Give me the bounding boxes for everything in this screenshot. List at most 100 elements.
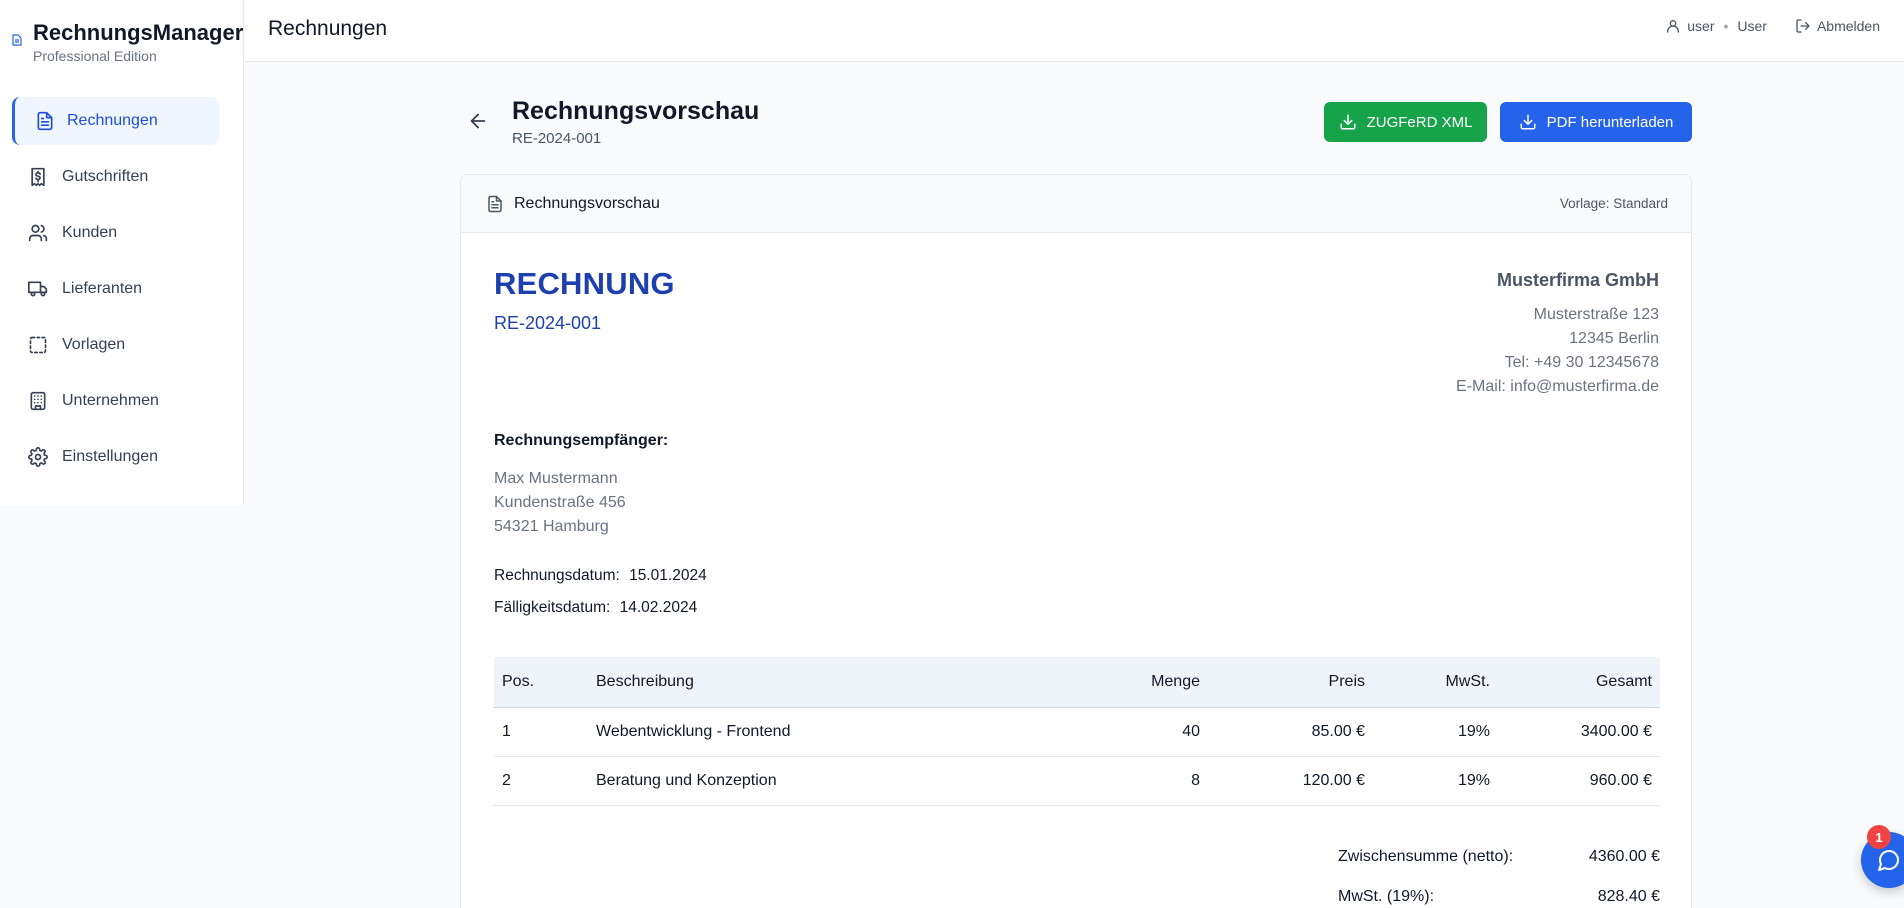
sidebar-item-kunden[interactable]: Kunden xyxy=(12,209,219,257)
cell-price: 85.00 € xyxy=(1208,707,1373,757)
invoice-heading: RECHNUNG xyxy=(494,266,675,301)
cell-total: 3400.00 € xyxy=(1498,707,1660,757)
user-role: User xyxy=(1737,18,1767,34)
zugferd-xml-button[interactable]: ZUGFeRD XML xyxy=(1324,102,1487,142)
invoice-date-row: Rechnungsdatum: 15.01.2024 xyxy=(494,567,707,599)
table-row: 1 Webentwicklung - Frontend 40 85.00 € 1… xyxy=(494,707,1660,757)
page-title: Rechnungen xyxy=(268,17,388,40)
sidebar-item-label: Rechnungen xyxy=(67,112,158,129)
vat-row: MwSt. (19%): 828.40 € xyxy=(1338,888,1660,908)
line-items-table: Pos. Beschreibung Menge Preis MwSt. Gesa… xyxy=(494,657,1660,806)
users-icon xyxy=(28,223,48,243)
file-text-icon xyxy=(12,34,22,46)
preview-invoice-id: RE-2024-001 xyxy=(512,130,602,147)
sidebar-item-label: Lieferanten xyxy=(62,280,143,297)
column-header: Menge xyxy=(1058,657,1208,708)
invoice-dates: Rechnungsdatum: 15.01.2024 Fälligkeitsda… xyxy=(494,567,707,631)
zugferd-label: ZUGFeRD XML xyxy=(1366,113,1473,131)
recipient-name: Max Mustermann xyxy=(494,470,618,487)
subtotal-row: Zwischensumme (netto): 4360.00 € xyxy=(1338,848,1660,888)
logout-label: Abmelden xyxy=(1816,18,1880,34)
column-header: Beschreibung xyxy=(588,657,1058,708)
sidebar-item-vorlagen[interactable]: Vorlagen xyxy=(12,321,219,369)
sidebar-item-rechnungen[interactable]: Rechnungen xyxy=(12,97,219,145)
due-date: 14.02.2024 xyxy=(619,599,698,616)
sidebar-item-einstellungen[interactable]: Einstellungen xyxy=(12,433,219,481)
file-text-icon xyxy=(35,111,55,131)
sidebar-item-label: Unternehmen xyxy=(62,392,159,409)
logout-icon xyxy=(1796,19,1810,33)
card-header: Rechnungsvorschau Vorlage: Standard xyxy=(461,175,1691,233)
download-icon xyxy=(1340,114,1356,130)
recipient-label: Rechnungsempfänger: xyxy=(494,432,669,449)
invoice-date: 15.01.2024 xyxy=(629,567,707,584)
notification-badge: 1 xyxy=(1867,825,1891,849)
separator-dot: • xyxy=(1723,18,1729,34)
logout-button[interactable]: Abmelden xyxy=(1795,18,1880,34)
totals: Zwischensumme (netto): 4360.00 € MwSt. (… xyxy=(1338,848,1660,908)
sidebar: RechnungsManager Professional Edition Re… xyxy=(0,0,244,505)
layout-dashed-icon xyxy=(28,335,48,355)
seller-street: Musterstraße 123 xyxy=(1533,306,1659,323)
cell-description: Webentwicklung - Frontend xyxy=(588,707,1058,757)
invoice-preview-card: Rechnungsvorschau Vorlage: Standard RECH… xyxy=(460,174,1692,908)
cell-vat: 19% xyxy=(1373,756,1498,806)
cell-price: 120.00 € xyxy=(1208,756,1373,806)
chat-bubble-icon xyxy=(1878,850,1899,871)
building-icon xyxy=(28,391,48,411)
subtotal-label: Zwischensumme (netto): xyxy=(1338,848,1514,865)
seller-phone: Tel: +49 30 12345678 xyxy=(1504,354,1659,371)
user-icon xyxy=(1667,20,1680,33)
sidebar-nav: Rechnungen Gutschriften Kunden Lieferant… xyxy=(12,97,219,489)
sidebar-item-label: Kunden xyxy=(62,224,118,241)
file-text-icon xyxy=(488,195,502,213)
cell-total: 960.00 € xyxy=(1498,756,1660,806)
pdf-label: PDF herunterladen xyxy=(1546,113,1674,131)
invoice-date-label: Rechnungsdatum: xyxy=(494,567,620,584)
vat-value: 828.40 € xyxy=(1597,888,1660,905)
cell-pos: 1 xyxy=(494,707,588,757)
topbar: Rechnungen user • User Abmelden xyxy=(245,0,1904,62)
table-header-row: Pos. Beschreibung Menge Preis MwSt. Gesa… xyxy=(494,657,1660,708)
seller-email: E-Mail: info@musterfirma.de xyxy=(1456,378,1659,395)
invoice-number: RE-2024-001 xyxy=(494,313,602,333)
sidebar-item-label: Vorlagen xyxy=(62,336,126,353)
seller-address: Musterfirma GmbH Musterstraße 123 12345 … xyxy=(1456,268,1659,399)
table-row: 2 Beratung und Konzeption 8 120.00 € 19%… xyxy=(494,756,1660,806)
receipt-dollar-icon xyxy=(28,167,48,187)
due-date-row: Fälligkeitsdatum: 14.02.2024 xyxy=(494,599,707,631)
cell-quantity: 8 xyxy=(1058,756,1208,806)
recipient-address: Max Mustermann Kundenstraße 456 54321 Ha… xyxy=(494,467,626,539)
download-icon xyxy=(1520,114,1536,130)
subtotal-value: 4360.00 € xyxy=(1588,848,1660,865)
sidebar-item-unternehmen[interactable]: Unternehmen xyxy=(12,377,219,425)
truck-icon xyxy=(28,279,48,299)
brand-name: RechnungsManager xyxy=(33,20,244,45)
column-header: MwSt. xyxy=(1373,657,1498,708)
column-header: Gesamt xyxy=(1498,657,1660,708)
column-header: Pos. xyxy=(494,657,588,708)
cell-pos: 2 xyxy=(494,756,588,806)
column-header: Preis xyxy=(1208,657,1373,708)
username: user xyxy=(1687,18,1715,34)
preview-title: Rechnungsvorschau xyxy=(512,97,760,125)
due-date-label: Fälligkeitsdatum: xyxy=(494,599,611,616)
template-label: Vorlage: Standard xyxy=(1559,196,1668,211)
user-area: user • User Abmelden xyxy=(1665,18,1880,34)
vat-label: MwSt. (19%): xyxy=(1338,888,1435,905)
recipient-street: Kundenstraße 456 xyxy=(494,494,626,511)
sidebar-item-gutschriften[interactable]: Gutschriften xyxy=(12,153,219,201)
back-arrow-icon[interactable] xyxy=(467,110,489,132)
sidebar-item-label: Gutschriften xyxy=(62,168,149,185)
recipient-city: 54321 Hamburg xyxy=(494,518,609,535)
seller-city: 12345 Berlin xyxy=(1569,330,1659,347)
sidebar-item-label: Einstellungen xyxy=(62,448,159,465)
brand-subtitle: Professional Edition xyxy=(33,48,157,64)
pdf-download-button[interactable]: PDF herunterladen xyxy=(1500,102,1692,142)
seller-name: Musterfirma GmbH xyxy=(1496,270,1659,290)
card-title: Rechnungsvorschau xyxy=(514,195,660,212)
sidebar-item-lieferanten[interactable]: Lieferanten xyxy=(12,265,219,313)
cell-quantity: 40 xyxy=(1058,707,1208,757)
cell-description: Beratung und Konzeption xyxy=(588,756,1058,806)
cell-vat: 19% xyxy=(1373,707,1498,757)
